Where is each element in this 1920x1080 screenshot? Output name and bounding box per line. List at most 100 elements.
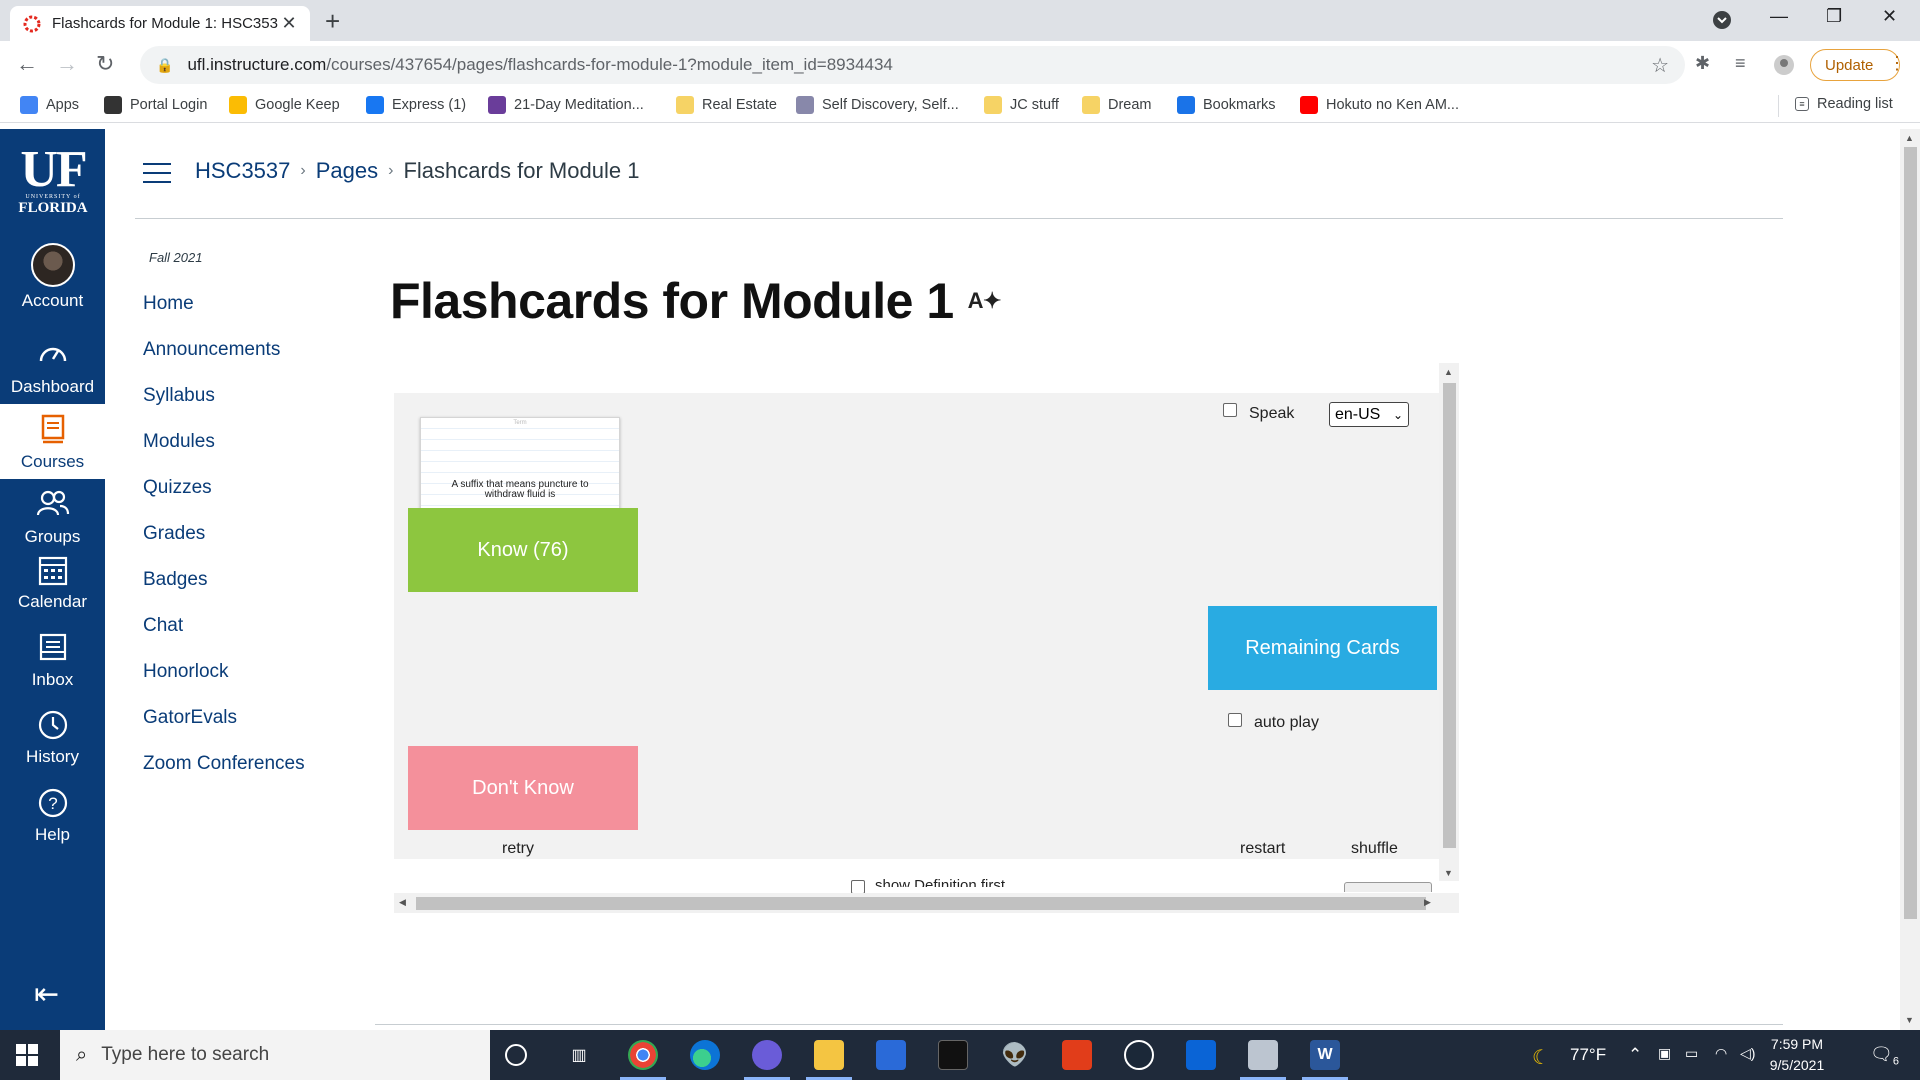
scroll-up-icon[interactable]: ▲ bbox=[1905, 133, 1914, 143]
update-button[interactable]: Update bbox=[1810, 49, 1900, 81]
battery-icon[interactable]: ▭ bbox=[1685, 1045, 1698, 1062]
profile-icon[interactable] bbox=[1772, 53, 1796, 82]
bookmark-item[interactable]: Portal Login bbox=[104, 96, 207, 114]
back-icon[interactable]: ← bbox=[16, 51, 38, 77]
steam-app-icon[interactable] bbox=[1124, 1040, 1154, 1070]
notifications-icon[interactable]: 🗨6 bbox=[1870, 1044, 1899, 1068]
scrollbar-thumb[interactable] bbox=[1904, 147, 1917, 919]
retry-button[interactable]: retry bbox=[502, 840, 534, 858]
bookmark-item[interactable]: Hokuto no Ken AM... bbox=[1300, 96, 1459, 114]
menu-kebab-icon[interactable]: ⋮ bbox=[1888, 53, 1906, 74]
coursenav-item-gatorevals[interactable]: GatorEvals bbox=[143, 707, 237, 729]
globalnav-account[interactable]: Account bbox=[0, 243, 105, 311]
forward-icon[interactable]: → bbox=[56, 51, 78, 77]
file-explorer-icon[interactable] bbox=[806, 1040, 852, 1080]
extensions-icon[interactable]: ✱ bbox=[1695, 53, 1710, 74]
globalnav-courses[interactable]: Courses bbox=[0, 404, 105, 479]
browser-tab[interactable]: Flashcards for Module 1: HSC353 ✕ bbox=[10, 6, 310, 41]
desktop-app-icon[interactable] bbox=[1240, 1040, 1286, 1080]
bookmark-item[interactable]: JC stuff bbox=[984, 96, 1059, 114]
breadcrumb-pages[interactable]: Pages bbox=[316, 158, 378, 184]
scroll-right-icon[interactable]: ▶ bbox=[1424, 897, 1431, 908]
address-bar[interactable]: 🔒 ufl.instructure.com/courses/437654/pag… bbox=[140, 46, 1685, 84]
word-app-icon[interactable]: W bbox=[1302, 1040, 1348, 1080]
coursenav-item-announcements[interactable]: Announcements bbox=[143, 339, 280, 361]
coursenav-item-grades[interactable]: Grades bbox=[143, 523, 205, 545]
shuffle-button[interactable]: shuffle bbox=[1351, 840, 1398, 858]
taskbar-search[interactable]: ⌕ Type here to search bbox=[60, 1030, 490, 1080]
dont-know-button[interactable]: Don't Know bbox=[408, 746, 638, 830]
media-queue-icon[interactable]: ≡ bbox=[1735, 53, 1746, 74]
breadcrumb-course[interactable]: HSC3537 bbox=[195, 158, 290, 184]
bookmark-item[interactable]: Express (1) bbox=[366, 96, 466, 114]
globalnav-inbox[interactable]: Inbox bbox=[0, 632, 105, 690]
speak-checkbox[interactable] bbox=[1223, 403, 1237, 417]
scroll-up-icon[interactable]: ▲ bbox=[1444, 367, 1453, 377]
definition-first-checkbox[interactable] bbox=[851, 880, 865, 894]
new-tab-button[interactable]: + bbox=[325, 8, 340, 34]
flashcard[interactable]: Term A suffix that means puncture to wit… bbox=[420, 417, 620, 509]
coursenav-item-quizzes[interactable]: Quizzes bbox=[143, 477, 212, 499]
immersive-reader-icon[interactable]: A✦ bbox=[968, 288, 1002, 314]
globalnav-dashboard[interactable]: Dashboard bbox=[0, 339, 105, 397]
bookmark-item[interactable]: Dream bbox=[1082, 96, 1152, 114]
office-app-icon[interactable] bbox=[1062, 1040, 1092, 1070]
task-view-icon[interactable]: ▥ bbox=[564, 1040, 594, 1070]
language-select[interactable]: en-US ⌄ bbox=[1329, 402, 1409, 427]
coursenav-item-zoom-conferences[interactable]: Zoom Conferences bbox=[143, 753, 305, 775]
autoplay-checkbox[interactable] bbox=[1228, 713, 1242, 727]
bookmark-item[interactable]: Real Estate bbox=[676, 96, 777, 114]
scrollbar-thumb[interactable] bbox=[1443, 383, 1456, 848]
globalnav-history[interactable]: History bbox=[0, 709, 105, 767]
meet-now-icon[interactable]: ▣ bbox=[1658, 1045, 1671, 1062]
close-window-icon[interactable]: ✕ bbox=[1882, 6, 1897, 27]
globalnav-groups[interactable]: Groups bbox=[0, 489, 105, 547]
chrome-app-icon[interactable] bbox=[620, 1040, 666, 1080]
cortana-icon[interactable] bbox=[505, 1044, 527, 1066]
reload-icon[interactable]: ↻ bbox=[96, 51, 114, 77]
store-app-icon[interactable] bbox=[876, 1040, 906, 1070]
wifi-icon[interactable]: ◠ bbox=[1715, 1045, 1727, 1062]
alienware-app-icon[interactable]: 👽 bbox=[1000, 1040, 1030, 1070]
coursenav-item-home[interactable]: Home bbox=[143, 293, 194, 315]
edge-app-icon[interactable] bbox=[690, 1040, 720, 1070]
tab-close-icon[interactable]: ✕ bbox=[280, 13, 298, 34]
bookmark-item[interactable]: 21-Day Meditation... bbox=[488, 96, 644, 114]
scroll-down-icon[interactable]: ▼ bbox=[1905, 1015, 1914, 1025]
uf-logo[interactable]: UF UNIVERSITY of FLORIDA bbox=[15, 144, 91, 216]
tray-chevron-icon[interactable]: ⌃ bbox=[1628, 1045, 1642, 1065]
coursenav-item-modules[interactable]: Modules bbox=[143, 431, 215, 453]
restart-button[interactable]: restart bbox=[1240, 840, 1285, 858]
coursenav-item-honorlock[interactable]: Honorlock bbox=[143, 661, 229, 683]
mail-app-icon[interactable] bbox=[1186, 1040, 1216, 1070]
bookmark-item[interactable]: Self Discovery, Self... bbox=[796, 96, 959, 114]
scroll-down-icon[interactable]: ▼ bbox=[1444, 868, 1453, 878]
weather-temp[interactable]: 77°F bbox=[1570, 1045, 1606, 1065]
windows-start-icon[interactable] bbox=[16, 1044, 38, 1066]
discord-app-icon[interactable] bbox=[744, 1040, 790, 1080]
profile-dropdown-icon[interactable] bbox=[1712, 10, 1732, 35]
globalnav-calendar[interactable]: Calendar bbox=[0, 554, 105, 612]
bookmark-item[interactable]: Bookmarks bbox=[1177, 96, 1276, 114]
coursenav-item-badges[interactable]: Badges bbox=[143, 569, 207, 591]
remaining-cards-button[interactable]: Remaining Cards bbox=[1208, 606, 1437, 690]
scroll-left-icon[interactable]: ◀ bbox=[399, 897, 406, 908]
embed-vertical-scrollbar[interactable]: ▲ ▼ bbox=[1439, 363, 1459, 881]
hamburger-menu-icon[interactable] bbox=[143, 163, 171, 190]
bookmark-star-icon[interactable]: ☆ bbox=[1651, 53, 1669, 78]
bookmark-item[interactable]: Google Keep bbox=[229, 96, 340, 114]
coursenav-item-syllabus[interactable]: Syllabus bbox=[143, 385, 215, 407]
embed-horizontal-scrollbar[interactable]: ◀ ▶ bbox=[394, 893, 1459, 913]
davinci-app-icon[interactable] bbox=[938, 1040, 968, 1070]
cut-off-button[interactable] bbox=[1344, 882, 1432, 892]
bookmark-item[interactable]: Apps bbox=[20, 96, 79, 114]
coursenav-item-chat[interactable]: Chat bbox=[143, 615, 183, 637]
collapse-nav-icon[interactable]: ⇤ bbox=[34, 977, 59, 1012]
taskbar-clock[interactable]: 7:59 PM 9/5/2021 bbox=[1752, 1034, 1842, 1076]
reading-list-button[interactable]: ≡ Reading list bbox=[1795, 96, 1893, 112]
globalnav-help[interactable]: ? Help bbox=[0, 787, 105, 845]
maximize-icon[interactable]: ❐ bbox=[1826, 6, 1842, 27]
know-button[interactable]: Know (76) bbox=[408, 508, 638, 592]
page-scrollbar[interactable]: ▲ ▼ bbox=[1900, 129, 1920, 1030]
minimize-icon[interactable]: — bbox=[1770, 6, 1788, 27]
